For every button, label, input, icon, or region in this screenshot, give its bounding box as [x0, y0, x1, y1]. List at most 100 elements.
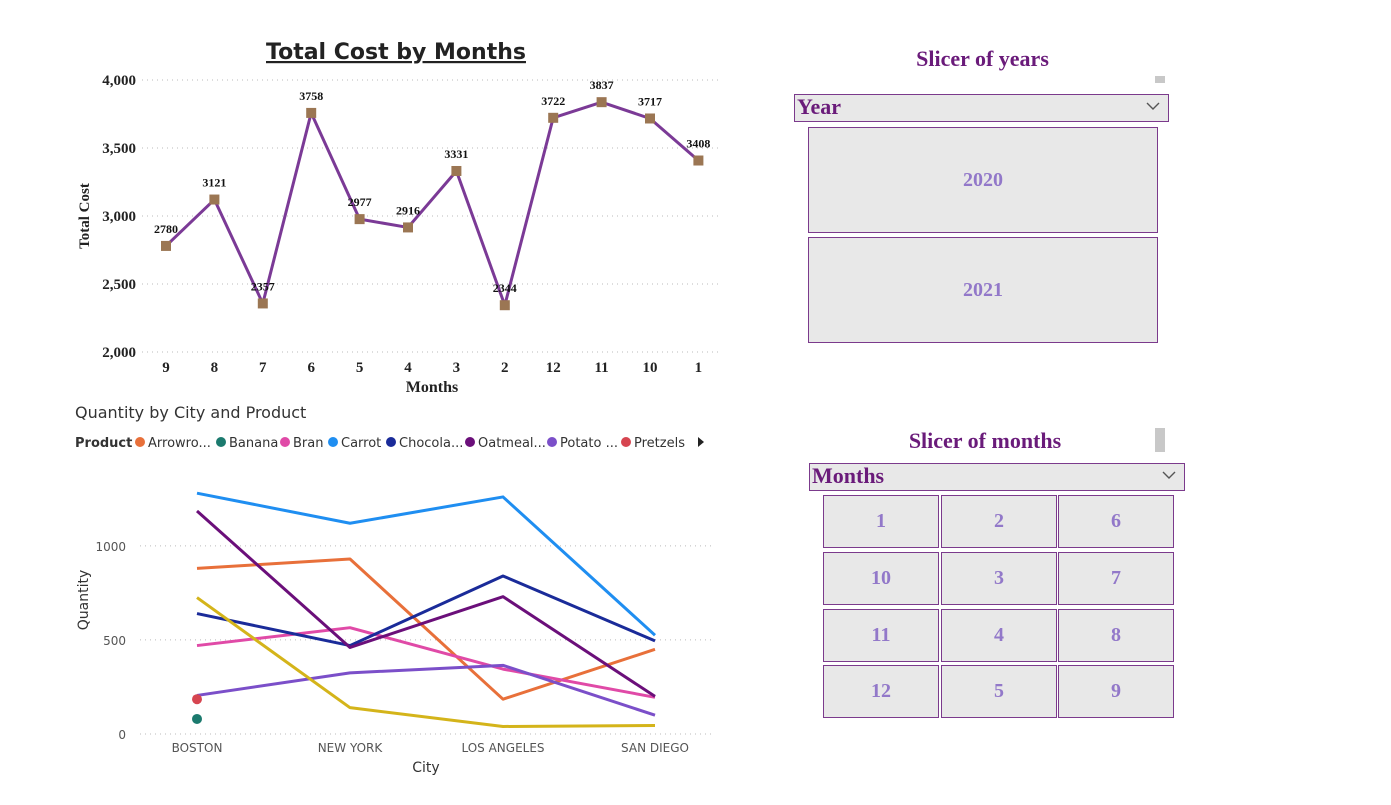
data-point-marker[interactable] [499, 300, 510, 311]
y-axis-label: Quantity [76, 570, 92, 631]
y-tick-label: 4,000 [102, 73, 136, 89]
x-axis-label: Months [406, 379, 458, 396]
legend-marker [280, 437, 290, 447]
data-point-marker[interactable] [596, 97, 607, 108]
month-option-11[interactable]: 11 [823, 609, 939, 662]
year-option-2021[interactable]: 2021 [808, 237, 1158, 343]
data-point-marker[interactable] [403, 222, 413, 233]
chart-title: Quantity by City and Product [75, 403, 306, 422]
legend-marker [465, 437, 475, 447]
total-cost-series-line [164, 100, 700, 307]
x-tick-label: BOSTON [172, 741, 223, 755]
legend-marker [547, 437, 557, 447]
legend-item-label[interactable]: Oatmeal... [478, 436, 546, 451]
slicer-months-dropdown[interactable]: Months [809, 463, 1185, 491]
data-point-marker[interactable] [451, 165, 462, 176]
legend-item-label[interactable]: Pretzels [634, 436, 685, 451]
y-tick-label: 3,000 [102, 209, 136, 225]
x-axis-label: City [412, 760, 439, 776]
total-cost-line-chart: Total Cost by Months 2,000 2,500 3,000 3,50… [77, 40, 720, 396]
legend-item-label[interactable]: Chocola... [399, 436, 463, 451]
data-label: 3121 [202, 176, 226, 190]
month-option-4[interactable]: 4 [941, 609, 1057, 662]
slicer-years-title: Slicer of years [916, 46, 1049, 71]
data-label: 2357 [251, 279, 275, 293]
y-axis-label: Total Cost [77, 183, 93, 249]
slicer-months-scrollbar[interactable] [1155, 428, 1165, 452]
legend-marker [135, 437, 145, 447]
legend-item-label[interactable]: Carrot [341, 436, 381, 451]
legend-next-icon[interactable] [698, 437, 704, 447]
data-point-marker[interactable] [354, 214, 365, 225]
data-point-marker[interactable] [693, 155, 704, 166]
chart-title: Total Cost by Months [266, 40, 526, 65]
series-line[interactable] [196, 596, 656, 728]
data-point-marker[interactable] [209, 194, 220, 205]
data-label: 3717 [638, 94, 662, 108]
chevron-down-icon[interactable] [1162, 468, 1176, 482]
month-option-3[interactable]: 3 [941, 552, 1057, 605]
data-label: 2977 [348, 195, 372, 209]
month-option-2[interactable]: 2 [941, 495, 1057, 548]
month-option-9[interactable]: 9 [1058, 665, 1174, 718]
data-point-marker[interactable] [257, 298, 268, 309]
x-tick-label: 1 [695, 360, 703, 376]
y-tick-label: 3,500 [102, 141, 136, 157]
data-point-marker[interactable] [306, 107, 317, 118]
legend-title: Product [75, 436, 132, 451]
slicer-years-dropdown[interactable]: Year [794, 94, 1169, 122]
x-tick-label: LOS ANGELES [461, 741, 544, 755]
month-option-7[interactable]: 7 [1058, 552, 1174, 605]
data-label: 2344 [493, 281, 517, 295]
legend-marker [328, 437, 338, 447]
month-option-12[interactable]: 12 [823, 665, 939, 718]
data-label: 3758 [299, 89, 323, 103]
x-tick-label: 2 [501, 360, 509, 376]
year-option-2020[interactable]: 2020 [808, 127, 1158, 233]
x-tick-label: 11 [595, 360, 609, 376]
legend-item-label[interactable]: Bran [293, 436, 323, 451]
y-tick-label: 2,500 [102, 277, 136, 293]
legend-item-label[interactable]: Banana [229, 436, 278, 451]
chevron-down-icon[interactable] [1146, 99, 1160, 113]
legend-item-label[interactable]: Arrowro... [148, 436, 211, 451]
x-tick-label: 5 [356, 360, 364, 376]
data-label: 3722 [541, 94, 565, 108]
x-tick-label: 6 [307, 360, 315, 376]
legend-item-label[interactable]: Potato ... [560, 436, 618, 451]
data-point-marker[interactable] [645, 113, 655, 124]
month-option-5[interactable]: 5 [941, 665, 1057, 718]
data-label: 3837 [590, 78, 614, 92]
x-tick-label: 12 [546, 360, 561, 376]
data-label: 2916 [396, 203, 420, 217]
y-tick-label: 500 [103, 634, 126, 648]
data-point-marker[interactable] [548, 112, 559, 123]
quantity-by-city-chart: Quantity by City and Product Product Arro… [75, 403, 715, 776]
data-label: 3331 [444, 147, 468, 161]
legend-marker [216, 437, 226, 447]
x-tick-label: 10 [643, 360, 658, 376]
series-point[interactable] [192, 713, 202, 724]
series-line[interactable] [196, 574, 656, 648]
x-tick-label: SAN DIEGO [621, 741, 689, 755]
month-option-6[interactable]: 6 [1058, 495, 1174, 548]
series-point[interactable] [192, 694, 202, 705]
month-option-1[interactable]: 1 [823, 495, 939, 548]
chart-legend: Product Arrowro... Banana Bran Carrot Chocola… [75, 436, 685, 451]
legend-marker [386, 437, 396, 447]
x-tick-label: 9 [162, 360, 170, 376]
month-option-8[interactable]: 8 [1058, 609, 1174, 662]
data-label: 3408 [686, 137, 710, 151]
series-line[interactable] [196, 626, 656, 699]
slicer-months-header-label: Months [812, 463, 885, 488]
y-tick-label: 1000 [95, 540, 126, 554]
slicer-years-scrollbar[interactable] [1155, 76, 1165, 83]
data-point-marker[interactable] [161, 240, 171, 251]
x-tick-label: NEW YORK [318, 741, 384, 755]
x-tick-label: 7 [259, 360, 267, 376]
y-tick-label: 2,000 [102, 345, 136, 361]
month-option-10[interactable]: 10 [823, 552, 939, 605]
legend-marker [621, 437, 631, 447]
x-tick-label: 3 [453, 360, 461, 376]
x-tick-label: 4 [404, 360, 412, 376]
